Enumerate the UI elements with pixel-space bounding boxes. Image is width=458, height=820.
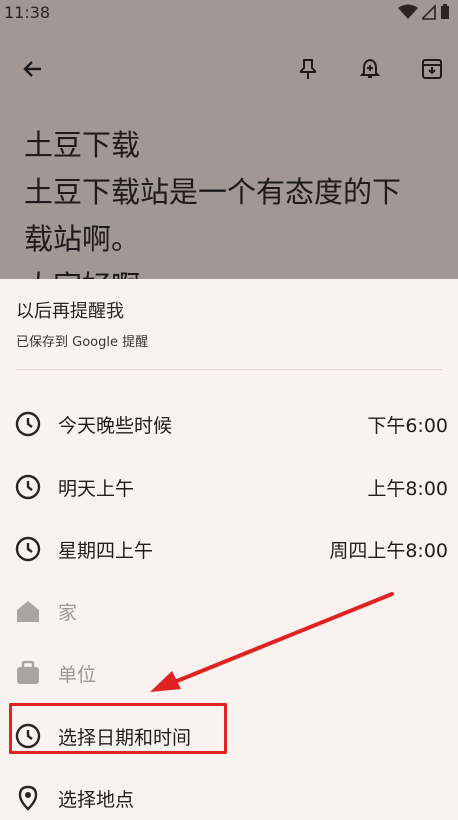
reminder-sheet: 以后再提醒我 已保存到 Google 提醒 今天晚些时候 下午6:00 明天上午… bbox=[0, 279, 458, 820]
archive-icon bbox=[422, 59, 442, 79]
clock-icon bbox=[14, 535, 42, 563]
briefcase-icon bbox=[14, 659, 42, 687]
status-time: 11:38 bbox=[4, 3, 51, 22]
note-line: 土豆下载 bbox=[24, 128, 141, 162]
option-thursday-morning[interactable]: 星期四上午 周四上午8:00 bbox=[0, 523, 458, 573]
option-label: 家 bbox=[58, 602, 78, 624]
option-time: 下午6:00 bbox=[367, 415, 448, 437]
option-later-today[interactable]: 今天晚些时候 下午6:00 bbox=[0, 398, 458, 448]
back-button[interactable] bbox=[16, 52, 50, 86]
highlight-box bbox=[9, 703, 227, 754]
option-label: 明天上午 bbox=[58, 478, 135, 500]
note-line: 载站啊。 bbox=[24, 222, 141, 256]
bell-plus-icon bbox=[359, 58, 381, 78]
option-label: 星期四上午 bbox=[58, 540, 154, 562]
reminder-button[interactable] bbox=[353, 52, 387, 86]
sheet-title: 以后再提醒我 bbox=[16, 301, 124, 322]
option-label: 单位 bbox=[58, 664, 97, 686]
location-pin-icon bbox=[14, 784, 42, 812]
option-label: 选择地点 bbox=[58, 789, 135, 811]
wifi-icon bbox=[398, 4, 418, 19]
status-icons bbox=[398, 4, 450, 20]
home-icon bbox=[14, 597, 42, 625]
option-work: 单位 bbox=[0, 647, 458, 697]
divider bbox=[16, 369, 442, 370]
status-bar: 11:38 bbox=[0, 0, 458, 26]
pin-button[interactable] bbox=[291, 52, 325, 86]
note-line: 土豆下载站是一个有态度的下 bbox=[24, 175, 402, 209]
option-time: 上午8:00 bbox=[367, 478, 448, 500]
battery-icon bbox=[441, 4, 449, 19]
clock-icon bbox=[14, 410, 42, 438]
back-arrow-icon bbox=[23, 61, 41, 77]
cell-signal-icon bbox=[422, 4, 436, 20]
option-home: 家 bbox=[0, 585, 458, 635]
option-time: 周四上午8:00 bbox=[329, 540, 448, 562]
pin-icon bbox=[300, 59, 316, 79]
clock-icon bbox=[14, 473, 42, 501]
option-label: 今天晚些时候 bbox=[58, 415, 173, 437]
note-toolbar bbox=[0, 44, 458, 94]
option-pick-place[interactable]: 选择地点 bbox=[0, 772, 458, 820]
archive-button[interactable] bbox=[415, 52, 449, 86]
option-tomorrow-morning[interactable]: 明天上午 上午8:00 bbox=[0, 461, 458, 511]
sheet-subtitle: 已保存到 Google 提醒 bbox=[16, 335, 149, 350]
